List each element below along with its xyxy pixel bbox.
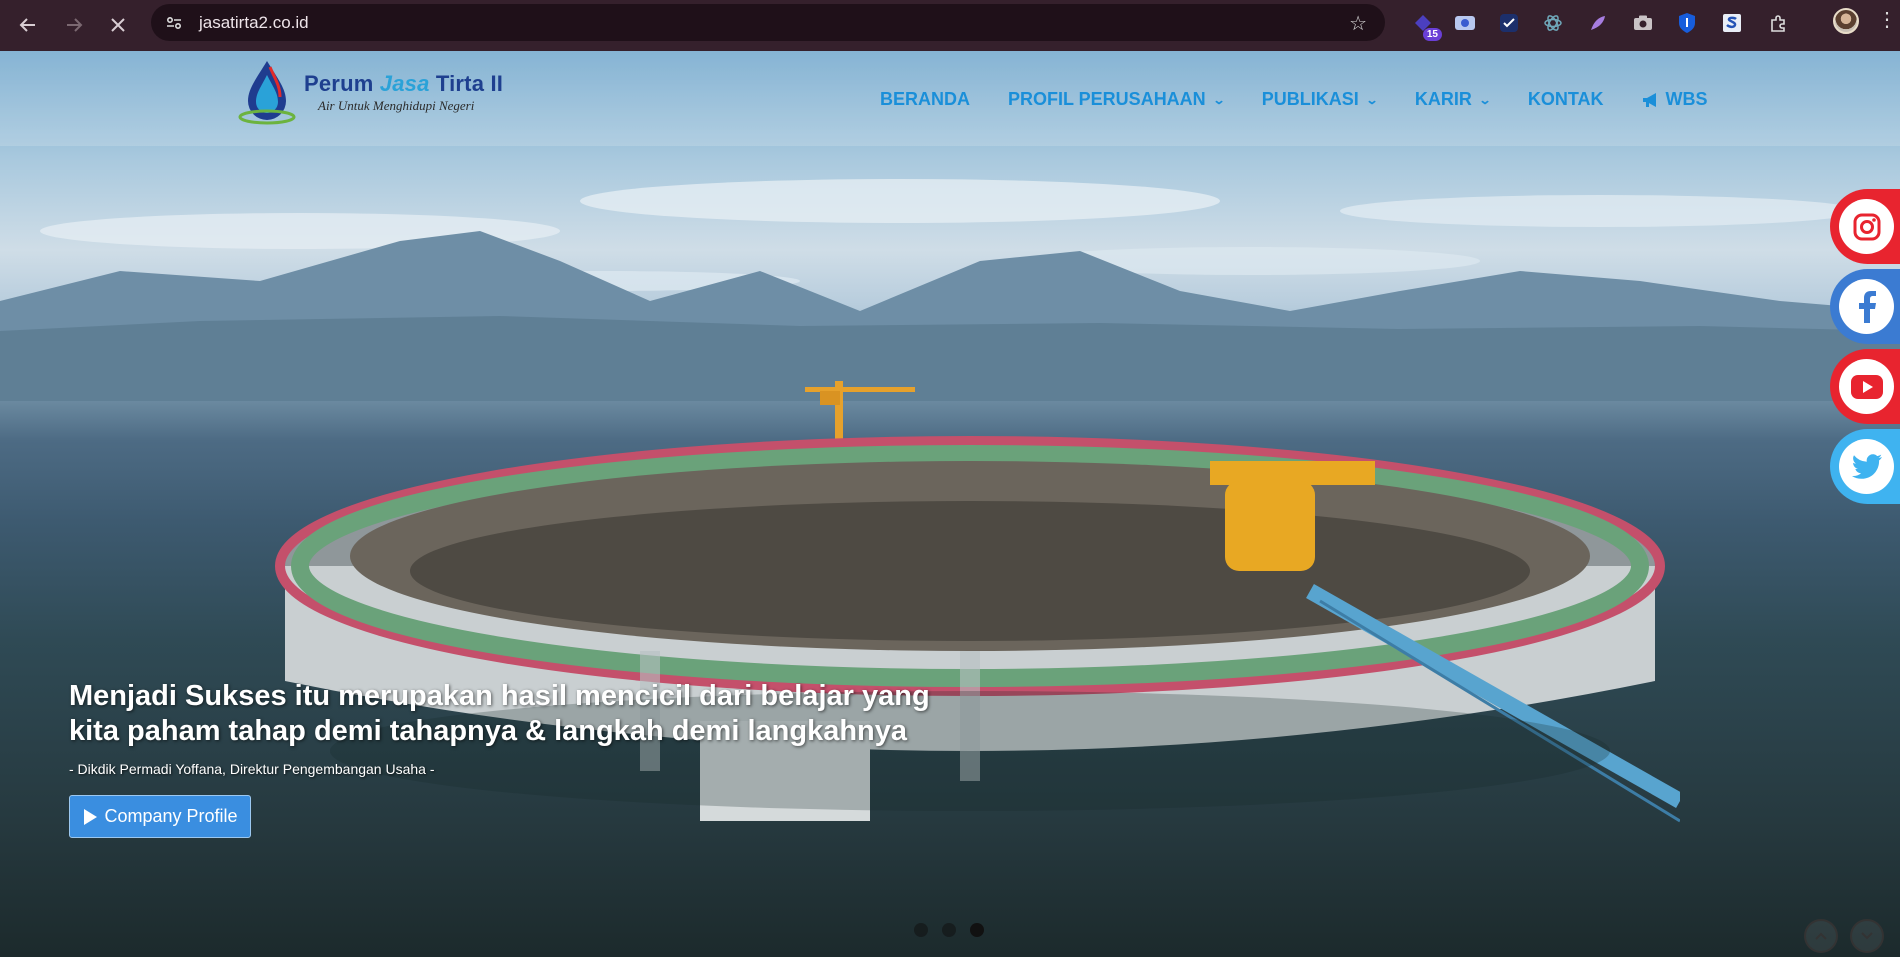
browser-toolbar: jasatirta2.co.id ☆ 15 ⋮ [0, 0, 1900, 51]
check-shield-icon [1500, 14, 1518, 32]
back-arrow-icon [19, 18, 35, 32]
chevron-down-icon: ⌄ [1212, 92, 1226, 107]
nav-profil-perusahaan[interactable]: PROFIL PERUSAHAAN ⌄ [1008, 89, 1226, 110]
social-instagram[interactable] [1830, 189, 1900, 264]
megaphone-icon [1642, 92, 1656, 107]
nav-publikasi[interactable]: PUBLIKASI ⌄ [1262, 89, 1379, 110]
extension-2[interactable] [1452, 10, 1478, 36]
social-facebook[interactable] [1830, 269, 1900, 344]
camera-icon [1634, 15, 1652, 30]
youtube-icon [1839, 359, 1894, 414]
hero-quote-author: - Dikdik Permadi Yoffana, Direktur Penge… [69, 761, 435, 777]
extension-8[interactable] [1719, 10, 1745, 36]
browser-menu-icon[interactable]: ⋮ [1877, 10, 1897, 30]
main-nav: BERANDA PROFIL PERUSAHAAN ⌄ PUBLIKASI ⌄ KA… [880, 89, 1746, 110]
extension-4[interactable] [1540, 10, 1566, 36]
chevron-down-icon: ⌄ [1478, 92, 1492, 107]
logo-tagline: Air Untuk Menghidupi Negeri [318, 97, 475, 113]
extension-7[interactable] [1674, 10, 1700, 36]
profile-avatar[interactable] [1833, 8, 1859, 34]
feather-icon [1591, 16, 1605, 30]
back-button[interactable] [13, 10, 43, 40]
s-letter-icon [1723, 14, 1741, 32]
scroll-up-button[interactable] [1804, 919, 1838, 953]
water-drop-logo-icon [238, 61, 296, 125]
address-bar[interactable]: jasatirta2.co.id ☆ [151, 4, 1385, 41]
hero-title: Menjadi Sukses itu merupakan hasil menci… [69, 680, 930, 747]
bookmark-star-icon[interactable]: ☆ [1349, 11, 1367, 36]
carousel-indicators [914, 923, 998, 937]
close-icon [111, 18, 125, 32]
nav-kontak[interactable]: KONTAK [1528, 89, 1604, 110]
site-logo[interactable]: Perum Jasa Tirta II Air Untuk Menghidupi… [236, 57, 503, 127]
atom-icon [1544, 15, 1562, 31]
extension-badge: 15 [1422, 28, 1442, 41]
social-twitter[interactable] [1830, 429, 1900, 504]
forward-arrow-icon [67, 18, 83, 32]
chevron-up-icon [1815, 932, 1827, 940]
chevron-down-icon [1861, 932, 1873, 940]
forward-button[interactable] [59, 10, 89, 40]
social-youtube[interactable] [1830, 349, 1900, 424]
extension-6[interactable] [1630, 10, 1656, 36]
extension-1[interactable]: 15 [1410, 10, 1442, 41]
site-settings-icon[interactable] [163, 12, 185, 34]
carousel-dot-2[interactable] [942, 923, 956, 937]
extension-5[interactable] [1585, 10, 1611, 36]
facebook-icon [1839, 279, 1894, 334]
nav-wbs[interactable]: WBS [1642, 89, 1708, 110]
stop-loading-button[interactable] [103, 10, 133, 40]
extensions-menu-button[interactable] [1766, 10, 1792, 36]
site-header: Perum Jasa Tirta II Air Untuk Menghidupi… [0, 51, 1900, 146]
dam-spillway-illustration [275, 381, 1680, 823]
carousel-dot-3[interactable] [970, 923, 984, 937]
nav-beranda[interactable]: BERANDA [880, 89, 970, 110]
logo-title: Perum Jasa Tirta II [304, 70, 504, 96]
carousel-dot-1[interactable] [914, 923, 928, 937]
twitter-icon [1839, 439, 1894, 494]
url-text: jasatirta2.co.id [199, 12, 309, 32]
puzzle-icon [1771, 15, 1785, 32]
company-profile-button[interactable]: Company Profile [69, 795, 251, 838]
scroll-down-button[interactable] [1850, 919, 1884, 953]
webpage: Perum Jasa Tirta II Air Untuk Menghidupi… [0, 51, 1900, 957]
play-icon [84, 808, 98, 825]
nav-karir[interactable]: KARIR ⌄ [1415, 89, 1492, 110]
chevron-down-icon: ⌄ [1365, 92, 1379, 107]
hero-caption: Menjadi Sukses itu merupakan hasil menci… [69, 679, 1029, 777]
screen-capture-icon [1455, 16, 1475, 30]
instagram-icon [1839, 199, 1894, 254]
extension-3[interactable] [1496, 10, 1522, 36]
password-shield-icon [1679, 13, 1695, 33]
